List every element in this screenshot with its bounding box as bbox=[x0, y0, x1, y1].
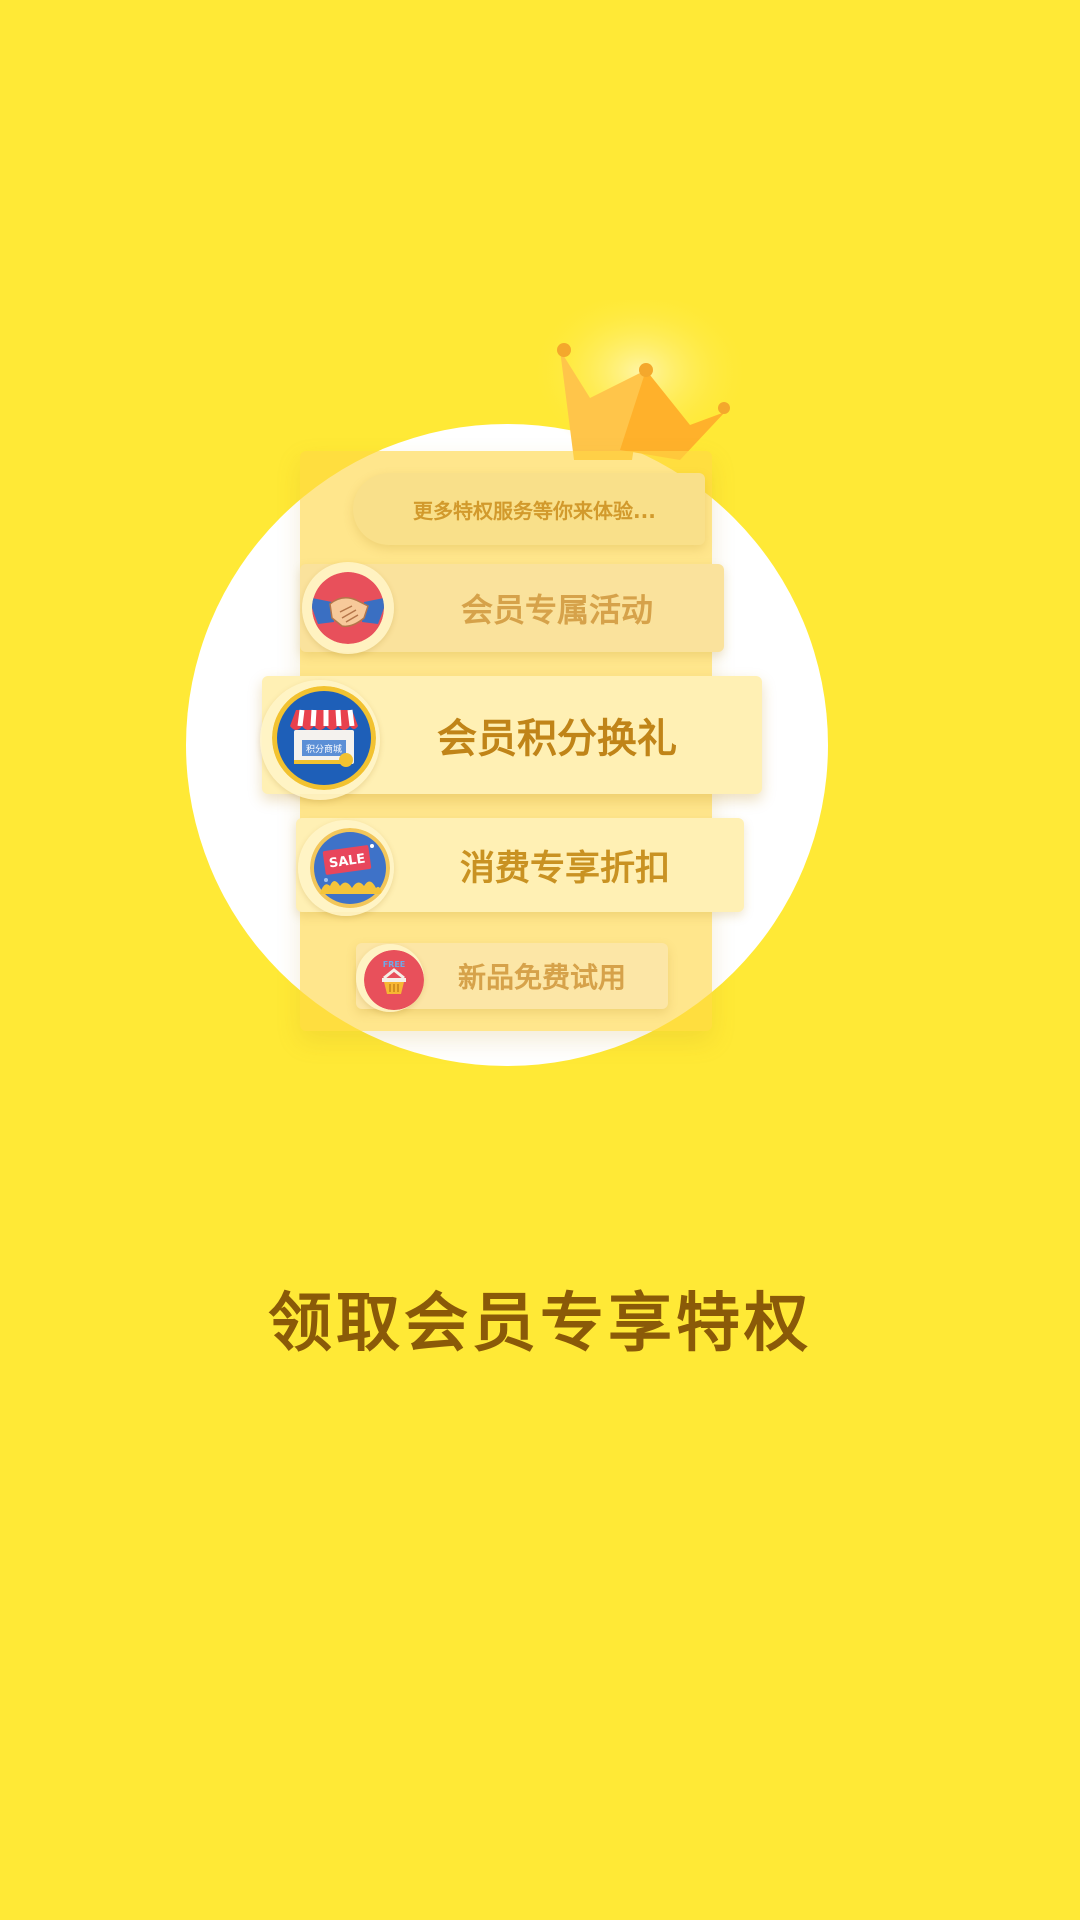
guide-screen: 更多特权服务等你来体验... 会员专属活动 会员积分换礼 积分商城 消费专享折扣 bbox=[0, 0, 1080, 1920]
more-privileges-banner: 更多特权服务等你来体验... bbox=[353, 473, 705, 545]
page-title: 领取会员专享特权 bbox=[268, 1286, 812, 1361]
member-activity-label: 会员专属活动 bbox=[460, 591, 653, 629]
tagline-text: 更多特权服务等你来体验... bbox=[413, 498, 656, 523]
free-basket-icon: FREE bbox=[364, 950, 424, 1010]
handshake-icon bbox=[312, 572, 384, 644]
sale-icon: SALE bbox=[310, 828, 390, 908]
exclusive-discount-label: 消费专享折扣 bbox=[459, 848, 670, 889]
points-exchange-label: 会员积分换礼 bbox=[437, 716, 677, 762]
points-mall-icon: 积分商城 bbox=[272, 686, 376, 790]
free-icon-text: FREE bbox=[383, 960, 406, 969]
free-trial-label: 新品免费试用 bbox=[457, 961, 626, 994]
points-mall-icon-text: 积分商城 bbox=[306, 743, 342, 755]
